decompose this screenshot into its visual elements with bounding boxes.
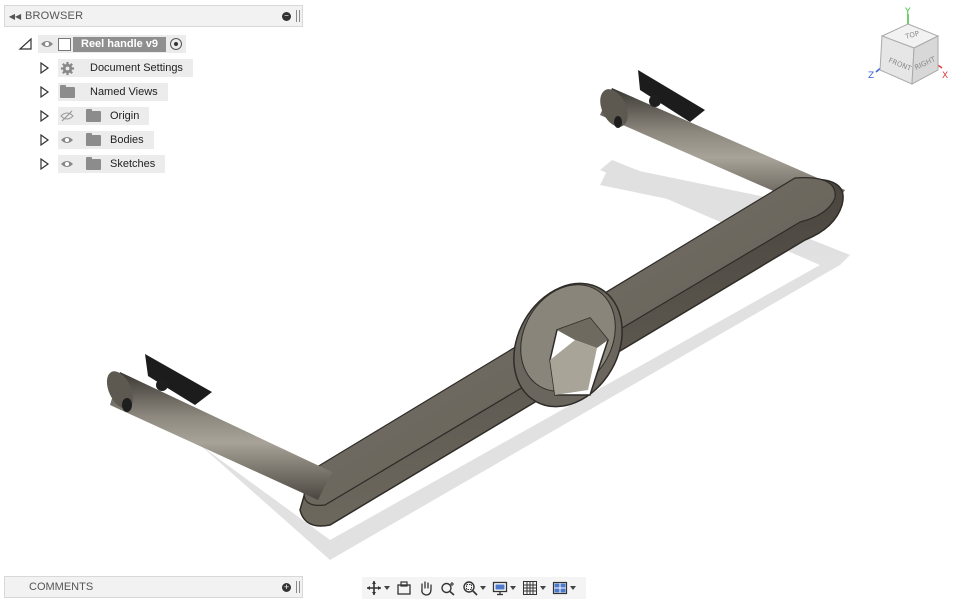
browser-item-label: Origin xyxy=(110,110,140,122)
expand-triangle-icon[interactable] xyxy=(38,158,50,170)
expand-triangle-icon[interactable] xyxy=(38,134,50,146)
orbit-button[interactable] xyxy=(366,580,390,596)
navigation-toolbar xyxy=(362,577,586,599)
gear-icon xyxy=(58,59,76,77)
comments-panel-header[interactable]: COMMENTS + xyxy=(4,576,303,598)
x-axis-label: X xyxy=(942,71,948,81)
folder-icon xyxy=(84,107,102,125)
browser-root-row[interactable]: Reel handle v9 xyxy=(18,35,187,53)
fit-icon xyxy=(463,581,478,596)
orbit-icon xyxy=(367,581,381,595)
viewcube[interactable]: TOP FRONT RIGHT Y X Z xyxy=(862,4,958,100)
folder-icon xyxy=(84,155,102,173)
browser-item-label: Sketches xyxy=(110,158,156,170)
chevron-down-icon[interactable] xyxy=(540,586,546,590)
expand-triangle-icon[interactable] xyxy=(38,86,50,98)
chevron-down-icon[interactable] xyxy=(480,586,486,590)
chevron-down-icon[interactable] xyxy=(570,586,576,590)
chevron-down-icon[interactable] xyxy=(384,586,390,590)
display-settings-icon xyxy=(492,581,508,596)
look-at-button[interactable] xyxy=(396,580,412,596)
browser-item-sketches[interactable]: Sketches xyxy=(38,155,166,173)
browser-item-label: Named Views xyxy=(90,86,158,98)
expand-triangle-icon[interactable] xyxy=(38,62,50,74)
add-comment-icon[interactable]: + xyxy=(282,582,291,592)
browser-item-origin[interactable]: Origin xyxy=(38,107,150,125)
zoom-icon xyxy=(441,582,455,596)
browser-item-named-views[interactable]: Named Views xyxy=(38,83,168,101)
browser-item-document-settings[interactable]: Document Settings xyxy=(38,59,193,77)
grid-settings-icon xyxy=(523,581,537,595)
viewports-button[interactable] xyxy=(552,580,576,596)
chevron-down-icon[interactable] xyxy=(510,586,516,590)
y-axis-label: Y xyxy=(904,7,911,17)
minimize-icon[interactable]: − xyxy=(282,11,291,21)
look-at-icon xyxy=(397,581,411,595)
browser-item-bodies[interactable]: Bodies xyxy=(38,131,154,149)
collapse-triangle-icon[interactable] xyxy=(18,37,34,51)
front-pin-tube xyxy=(106,354,332,500)
expand-triangle-icon[interactable] xyxy=(38,110,50,122)
comments-title: COMMENTS xyxy=(29,581,94,593)
browser-item-label: Bodies xyxy=(110,134,144,146)
collapse-panel-icon[interactable]: ◀◀ xyxy=(5,12,25,21)
root-component-label[interactable]: Reel handle v9 xyxy=(73,36,167,52)
browser-title: BROWSER xyxy=(25,10,84,22)
browser-item-label: Document Settings xyxy=(90,62,183,74)
visibility-eye-icon[interactable] xyxy=(58,155,76,173)
hidden-eye-icon[interactable] xyxy=(58,107,76,125)
zoom-button[interactable] xyxy=(440,580,456,596)
z-axis-label: Z xyxy=(868,71,874,81)
visibility-eye-icon[interactable] xyxy=(38,35,56,53)
fit-button[interactable] xyxy=(462,580,486,596)
activate-component-radio[interactable] xyxy=(170,38,183,50)
display-settings-button[interactable] xyxy=(492,580,516,596)
pan-button[interactable] xyxy=(418,580,434,596)
folder-icon xyxy=(84,131,102,149)
grid-settings-button[interactable] xyxy=(522,580,546,596)
viewports-icon xyxy=(552,581,568,595)
resize-grip[interactable] xyxy=(296,10,300,22)
folder-icon xyxy=(58,83,76,101)
visibility-eye-icon[interactable] xyxy=(58,131,76,149)
pan-icon xyxy=(421,581,432,596)
browser-panel-header: ◀◀ BROWSER − xyxy=(4,5,303,27)
component-icon xyxy=(58,37,71,51)
resize-grip[interactable] xyxy=(296,581,300,593)
